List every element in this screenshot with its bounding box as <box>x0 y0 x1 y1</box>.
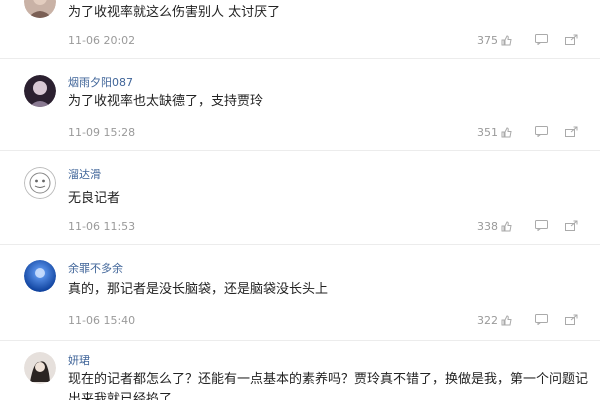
comment-username[interactable]: 烟雨夕阳087 <box>68 74 133 90</box>
reply-icon[interactable] <box>535 34 548 45</box>
divider <box>0 244 600 245</box>
comment-text: 无良记者 <box>68 191 121 206</box>
comment-time: 11-09 15:28 <box>68 126 136 139</box>
like-button[interactable]: 375 <box>477 34 512 47</box>
avatar[interactable] <box>24 260 56 292</box>
comment-text: 真的，那记者是没长脑袋，还是脑袋没长头上 <box>68 282 329 297</box>
comment-username[interactable]: 妍珺 <box>68 352 90 368</box>
reply-icon[interactable] <box>535 220 548 231</box>
divider <box>0 150 600 151</box>
like-button[interactable]: 322 <box>477 314 512 327</box>
share-icon[interactable] <box>565 126 578 137</box>
like-button[interactable]: 351 <box>477 126 512 139</box>
reply-icon[interactable] <box>535 314 548 325</box>
comment-text: 为了收视率也太缺德了，支持贾玲 <box>68 94 264 109</box>
comment-username[interactable]: 余罪不多余 <box>68 260 123 276</box>
thumb-up-icon <box>501 315 512 326</box>
avatar[interactable] <box>24 75 56 107</box>
avatar[interactable] <box>24 167 56 199</box>
share-icon[interactable] <box>565 34 578 45</box>
avatar[interactable] <box>24 352 56 384</box>
comment-time: 11-06 11:53 <box>68 220 136 233</box>
divider <box>0 340 600 341</box>
share-icon[interactable] <box>565 314 578 325</box>
like-count: 375 <box>477 34 498 47</box>
comment-username[interactable]: 溜达滑 <box>68 166 101 182</box>
divider <box>0 58 600 59</box>
comment-time: 11-06 15:40 <box>68 314 136 327</box>
comment-text: 现在的记者都怎么了？还能有一点基本的素养吗？贾玲真不错了，换做是我，第一个问题记… <box>68 372 588 400</box>
like-button[interactable]: 338 <box>477 220 512 233</box>
avatar[interactable] <box>24 0 56 18</box>
thumb-up-icon <box>501 127 512 138</box>
comment-time: 11-06 20:02 <box>68 34 136 47</box>
thumb-up-icon <box>501 35 512 46</box>
like-count: 351 <box>477 126 498 139</box>
comment-text: 为了收视率就这么伤害别人 太讨厌了 <box>68 5 281 20</box>
reply-icon[interactable] <box>535 126 548 137</box>
like-count: 338 <box>477 220 498 233</box>
thumb-up-icon <box>501 221 512 232</box>
share-icon[interactable] <box>565 220 578 231</box>
like-count: 322 <box>477 314 498 327</box>
